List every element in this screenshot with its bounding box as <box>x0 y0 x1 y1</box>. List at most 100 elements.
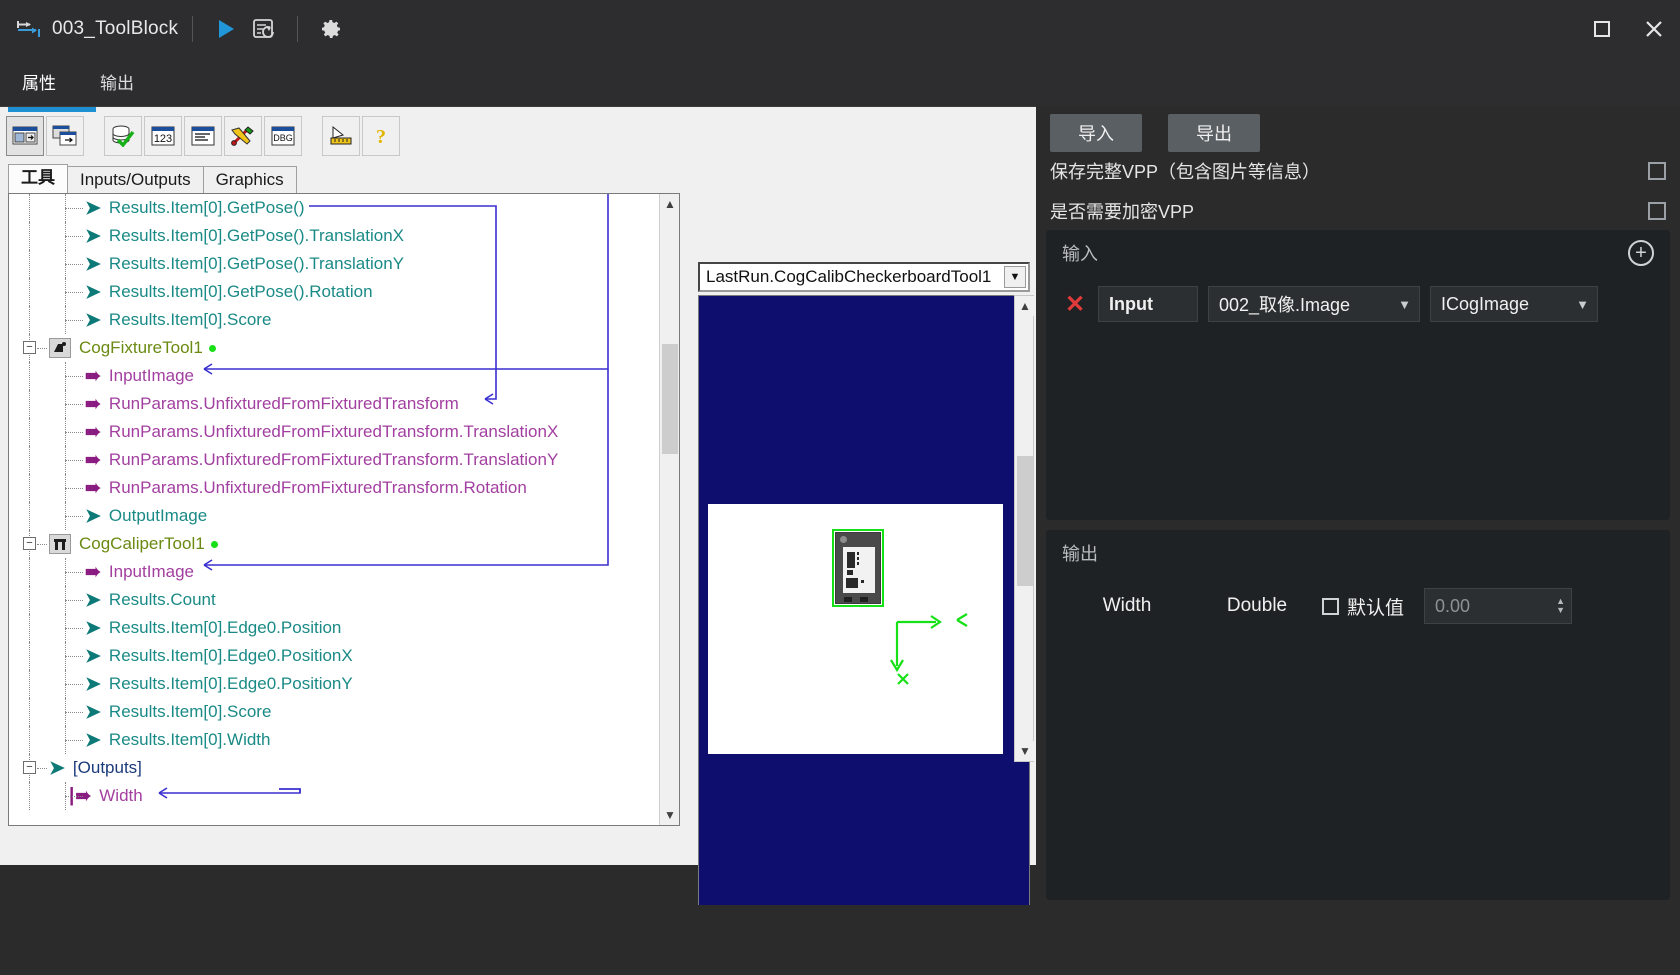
add-input-icon[interactable]: + <box>1628 240 1654 266</box>
tree-item[interactable]: ➤ Results.Item[0].Edge0.Position <box>9 614 659 642</box>
tree-guide <box>65 628 83 629</box>
output-arrow-icon: ➤ <box>85 617 101 639</box>
close-icon[interactable] <box>1628 0 1680 58</box>
tree-item-label: Results.Item[0].GetPose().TranslationY <box>108 254 405 273</box>
tree-item[interactable]: ➤ Results.Item[0].GetPose().TranslationX <box>9 222 659 250</box>
image-scroll-down-arrow[interactable]: ▼ <box>1015 741 1035 761</box>
reset-icon[interactable] <box>245 10 283 48</box>
image-vscroll-thumb[interactable] <box>1017 456 1033 586</box>
output-default-value: 0.00 <box>1435 595 1471 616</box>
tree-item-label: InputImage <box>108 562 194 581</box>
measure-icon[interactable] <box>322 116 360 156</box>
tree-scroll-down-arrow[interactable]: ▼ <box>660 805 679 825</box>
maximize-icon[interactable] <box>1576 0 1628 58</box>
debug-icon[interactable]: DBG <box>264 116 302 156</box>
input-source-select[interactable]: 002_取像.Image ▼ <box>1208 286 1420 322</box>
tree-item[interactable]: ➠ RunParams.UnfixturedFromFixturedTransfo… <box>9 446 659 474</box>
encrypt-vpp-checkbox[interactable] <box>1648 202 1666 220</box>
tab-properties[interactable]: 属性 <box>0 62 78 106</box>
tab-output[interactable]: 输出 <box>78 62 156 106</box>
tree-expander[interactable]: − <box>23 537 36 550</box>
output-default-value-stepper[interactable]: 0.00 ▲ ▼ <box>1424 588 1573 624</box>
tree-item[interactable]: − CogFixtureTool1 <box>9 334 659 362</box>
tab-graphics[interactable]: Graphics <box>202 166 297 194</box>
tree-item[interactable]: ➤ Results.Item[0].Score <box>9 698 659 726</box>
tree-item[interactable]: ➠ RunParams.UnfixturedFromFixturedTransfo… <box>9 474 659 502</box>
tree-item-label: Results.Count <box>108 590 216 609</box>
tree-item[interactable]: ➤ Results.Item[0].Edge0.PositionX <box>9 642 659 670</box>
tree-item[interactable]: ➠ RunParams.UnfixturedFromFixturedTransfo… <box>9 418 659 446</box>
outputs-arrow-icon: ➤ <box>49 757 65 779</box>
tree-expander[interactable]: − <box>23 761 36 774</box>
tool-strip: 123 DBG ? <box>6 112 1030 160</box>
save-full-vpp-checkbox[interactable] <box>1648 162 1666 180</box>
tree-item[interactable]: | ➠ Width <box>9 782 659 810</box>
tree-scroll-thumb[interactable] <box>662 344 678 454</box>
input-type-select[interactable]: ICogImage ▼ <box>1430 286 1598 322</box>
stepper-arrows-icon[interactable]: ▲ ▼ <box>1556 597 1565 615</box>
tree-item[interactable]: ➤ Results.Item[0].Edge0.PositionY <box>9 670 659 698</box>
tree-item[interactable]: ➤ Results.Count <box>9 586 659 614</box>
output-arrow-icon: ➤ <box>85 309 101 331</box>
tree-item[interactable]: ➤ OutputImage <box>9 502 659 530</box>
tree-item[interactable]: ➠ InputImage <box>9 558 659 586</box>
image-scroll-up-arrow[interactable]: ▲ <box>1015 296 1035 316</box>
tree-item[interactable]: ➠ RunParams.UnfixturedFromFixturedTransfo… <box>9 390 659 418</box>
help-icon[interactable]: ? <box>362 116 400 156</box>
tree-item[interactable]: ➠ InputImage <box>9 362 659 390</box>
tab-inputs-outputs[interactable]: Inputs/Outputs <box>67 166 204 194</box>
chevron-down-icon[interactable]: ▼ <box>1004 266 1026 288</box>
tree-guide <box>29 390 30 418</box>
status-dot <box>210 540 218 548</box>
numbers-icon[interactable]: 123 <box>144 116 182 156</box>
input-arrow-icon: ➠ <box>85 561 101 583</box>
window-controls <box>1576 0 1680 58</box>
flow-block-icon <box>12 12 46 46</box>
image-canvas[interactable] <box>698 295 1030 916</box>
tree-item-label: Results.Item[0].Score <box>108 702 272 721</box>
output-default-checkbox[interactable] <box>1322 597 1339 615</box>
tree-scroll-up-arrow[interactable]: ▲ <box>660 194 679 214</box>
output-default-label: 默认值 <box>1347 597 1405 619</box>
tree-item[interactable]: − CogCaliperTool1 <box>9 530 659 558</box>
tree-expander[interactable]: − <box>23 341 36 354</box>
tree-item[interactable]: ➤ Results.Item[0].Score <box>9 306 659 334</box>
show-properties-icon[interactable] <box>6 116 44 156</box>
tree-item[interactable]: ➤ Results.Item[0].GetPose().TranslationY <box>9 250 659 278</box>
tree-vertical-scrollbar[interactable]: ▲ ▼ <box>659 194 679 825</box>
input-name-field[interactable]: Input <box>1098 286 1198 322</box>
title-bar: 003_ToolBlock <box>0 0 1680 58</box>
export-button[interactable]: 导出 <box>1168 114 1260 152</box>
tree-guide <box>65 488 83 489</box>
tree-guide <box>37 544 47 545</box>
tree-item[interactable]: − ➤ [Outputs] <box>9 754 659 782</box>
remove-input-icon[interactable]: ✕ <box>1062 290 1088 319</box>
tree-guide <box>29 782 30 810</box>
save-full-vpp-row: 保存完整VPP（包含图片等信息） <box>1050 154 1666 188</box>
show-results-icon[interactable] <box>46 116 84 156</box>
status-dot <box>208 344 216 352</box>
input-arrow-icon: ➠ <box>85 421 101 443</box>
gear-icon[interactable] <box>312 10 350 48</box>
tool-tree[interactable]: ➤ Results.Item[0].GetPose() ➤ Results.Item[… <box>8 193 680 826</box>
output-name: Width <box>1102 595 1152 616</box>
tree-guide <box>65 460 83 461</box>
tree-item[interactable]: ➤ Results.Item[0].Width <box>9 726 659 754</box>
tree-guide <box>29 614 30 642</box>
tree-guide <box>29 250 30 278</box>
database-check-icon[interactable] <box>104 116 142 156</box>
tree-item-label: RunParams.UnfixturedFromFixturedTransfor… <box>108 422 559 441</box>
inputs-section-title: 输入 <box>1062 244 1098 264</box>
tree-item-label: CogCaliperTool1 <box>79 534 205 553</box>
import-button[interactable]: 导入 <box>1050 114 1142 152</box>
record-selector[interactable]: LastRun.CogCalibCheckerboardTool1 ▼ <box>698 262 1030 292</box>
tools-icon[interactable] <box>224 116 262 156</box>
list-view-icon[interactable] <box>184 116 222 156</box>
image-display-panel: LastRun.CogCalibCheckerboardTool1 ▼ <box>698 262 1030 942</box>
tab-tools[interactable]: 工具 <box>8 164 68 194</box>
tree-guide <box>65 376 83 377</box>
image-vertical-scrollbar[interactable]: ▲ ▼ <box>1014 295 1035 762</box>
tree-item[interactable]: ➤ Results.Item[0].GetPose().Rotation <box>9 278 659 306</box>
tree-item[interactable]: ➤ Results.Item[0].GetPose() <box>9 194 659 222</box>
run-icon[interactable] <box>207 10 245 48</box>
